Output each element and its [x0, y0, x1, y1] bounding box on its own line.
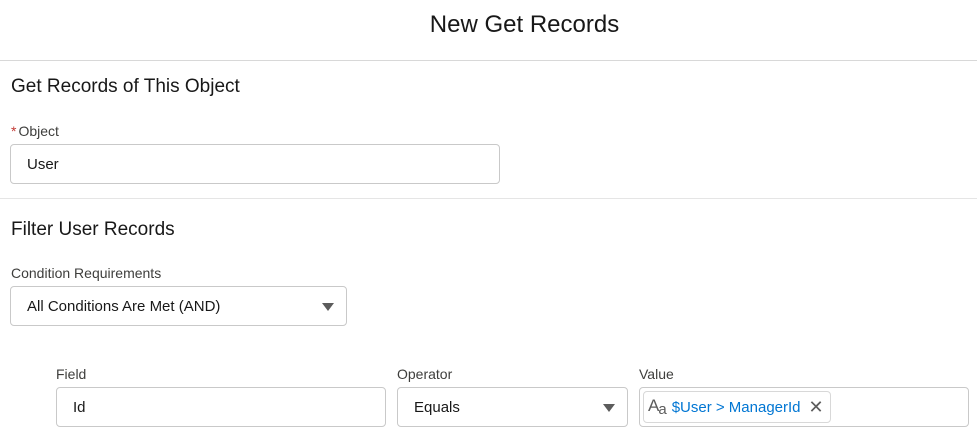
field-input[interactable]: Id: [56, 387, 386, 427]
object-section-title: Get Records of This Object: [11, 76, 240, 97]
modal-header: New Get Records: [0, 0, 977, 61]
field-label: Field: [56, 366, 87, 382]
operator-select[interactable]: Equals: [397, 387, 628, 427]
modal-title: New Get Records: [429, 11, 620, 38]
value-pill-text: $User > ManagerId: [671, 398, 801, 416]
operator-value: Equals: [414, 398, 460, 416]
object-input[interactable]: User: [10, 144, 500, 184]
condition-requirements-label: Condition Requirements: [11, 265, 162, 281]
value-input[interactable]: Aa $User > ManagerId ✕: [639, 387, 969, 427]
operator-label: Operator: [397, 366, 453, 382]
chevron-down-icon: [603, 404, 615, 412]
chevron-down-icon: [322, 303, 334, 311]
filter-section-title: Filter User Records: [11, 219, 175, 240]
required-marker: *: [11, 123, 17, 139]
object-input-value: User: [27, 155, 59, 173]
close-icon[interactable]: ✕: [809, 397, 824, 418]
condition-requirements-value: All Conditions Are Met (AND): [27, 297, 221, 315]
field-input-value: Id: [73, 398, 86, 416]
object-label-text: Object: [18, 123, 59, 139]
condition-requirements-select[interactable]: All Conditions Are Met (AND): [10, 286, 347, 326]
value-label: Value: [639, 366, 674, 382]
text-type-icon: Aa: [648, 396, 667, 418]
value-pill[interactable]: Aa $User > ManagerId ✕: [643, 391, 831, 423]
section-divider: [0, 198, 977, 199]
object-label: * Object: [11, 123, 59, 139]
